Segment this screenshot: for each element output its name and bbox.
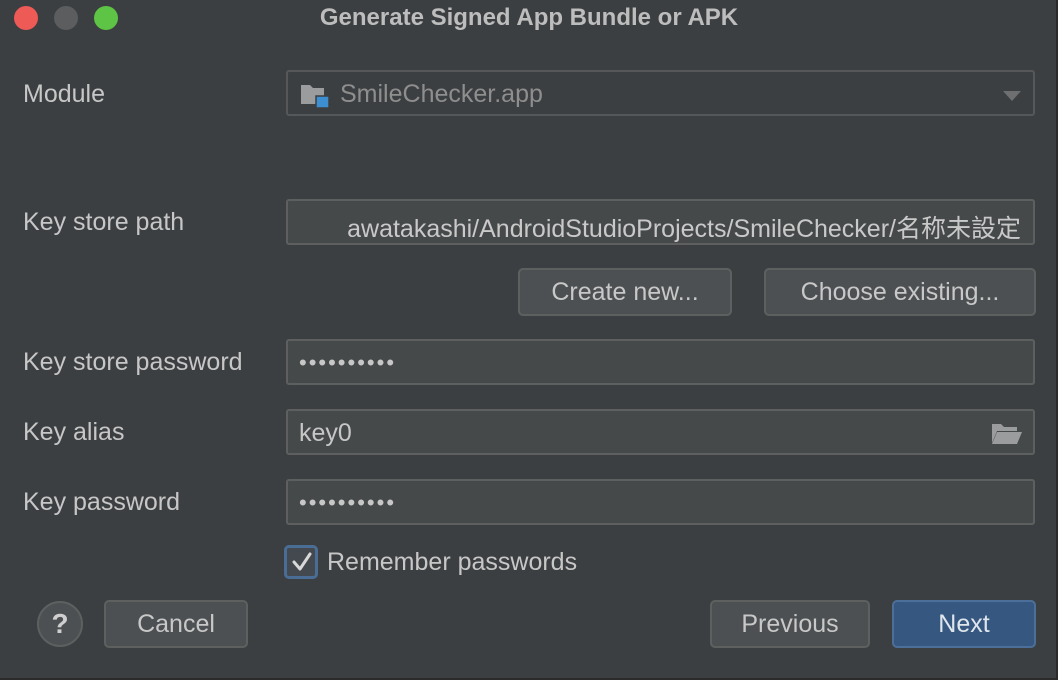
create-new-button[interactable]: Create new... bbox=[518, 268, 732, 316]
key-password-value: •••••••••• bbox=[299, 490, 397, 515]
module-label: Module bbox=[23, 80, 105, 108]
module-folder-icon bbox=[300, 82, 332, 110]
keystore-path-value: awatakashi/AndroidStudioProjects/SmileCh… bbox=[347, 215, 1021, 243]
keystore-password-value: •••••••••• bbox=[299, 350, 397, 375]
dialog-title: Generate Signed App Bundle or APK bbox=[319, 4, 739, 31]
next-button[interactable]: Next bbox=[892, 600, 1036, 648]
dialog-window: Generate Signed App Bundle or APK Module… bbox=[0, 0, 1058, 680]
key-alias-label: Key alias bbox=[23, 418, 125, 446]
key-alias-value: key0 bbox=[299, 419, 352, 447]
keystore-password-label: Key store password bbox=[23, 348, 243, 376]
help-button[interactable]: ? bbox=[37, 601, 83, 647]
title-bar: Generate Signed App Bundle or APK bbox=[0, 0, 1058, 36]
keystore-password-input[interactable]: •••••••••• bbox=[286, 339, 1035, 385]
module-value: SmileChecker.app bbox=[340, 80, 543, 108]
key-alias-input[interactable]: key0 bbox=[286, 409, 1035, 455]
remember-passwords-checkbox[interactable] bbox=[284, 545, 318, 579]
chevron-down-icon[interactable] bbox=[1003, 91, 1021, 101]
choose-existing-button[interactable]: Choose existing... bbox=[764, 268, 1036, 316]
keystore-path-input[interactable]: awatakashi/AndroidStudioProjects/SmileCh… bbox=[286, 199, 1035, 245]
previous-button[interactable]: Previous bbox=[710, 600, 870, 648]
folder-open-icon[interactable] bbox=[991, 422, 1023, 446]
key-password-input[interactable]: •••••••••• bbox=[286, 479, 1035, 525]
remember-passwords-label[interactable]: Remember passwords bbox=[327, 548, 577, 577]
checkmark-icon bbox=[292, 552, 312, 571]
key-password-label: Key password bbox=[23, 488, 181, 516]
cancel-button[interactable]: Cancel bbox=[104, 600, 248, 648]
keystore-path-label: Key store path bbox=[23, 208, 185, 236]
module-select[interactable]: SmileChecker.app bbox=[286, 70, 1035, 116]
